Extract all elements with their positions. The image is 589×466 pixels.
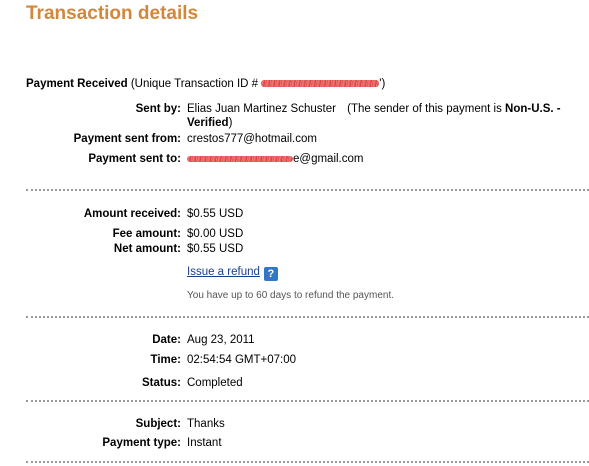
- section-divider: [26, 461, 589, 463]
- section-divider: [26, 400, 589, 402]
- net-amount-label: Net amount:: [113, 243, 181, 255]
- status-label: Status:: [142, 377, 181, 389]
- section-divider: [26, 189, 589, 191]
- time-value: 02:54:54 GMT+07:00: [187, 354, 297, 366]
- net-amount-value: $0.55 USD: [187, 243, 244, 255]
- net-amount-row: Net amount: $0.55 USD: [0, 243, 589, 259]
- refund-note-row: You have up to 60 days to refund the pay…: [0, 290, 589, 306]
- sent-to-suffix: e@gmail.com: [293, 153, 364, 165]
- sent-to-row: Payment sent to: e@gmail.com: [0, 153, 589, 169]
- transaction-id-suffix: '): [379, 78, 386, 90]
- payment-type-value: Instant: [187, 437, 222, 449]
- payment-type-row: Payment type: Instant: [0, 437, 589, 453]
- sent-by-value: Elias Juan Martinez Schuster (The sender…: [187, 103, 561, 115]
- status-value: Completed: [187, 377, 243, 389]
- subject-value: Thanks: [187, 418, 225, 430]
- sent-from-label: Payment sent from:: [73, 133, 181, 145]
- section-divider: [26, 316, 589, 318]
- sent-by-label: Sent by:: [135, 103, 181, 115]
- fee-amount-value: $0.00 USD: [187, 228, 244, 240]
- date-label: Date:: [152, 334, 181, 346]
- amount-received-label: Amount received:: [83, 208, 181, 220]
- sent-from-value: crestos777@hotmail.com: [187, 133, 317, 145]
- sent-by-row-continued: Verified): [0, 117, 589, 133]
- sent-to-value: e@gmail.com: [187, 153, 363, 165]
- payment-received-line: Payment Received (Unique Transaction ID …: [26, 78, 385, 90]
- redacted-transaction-id: [261, 80, 380, 88]
- refund-note: You have up to 60 days to refund the pay…: [187, 290, 395, 301]
- sent-to-label: Payment sent to:: [88, 153, 181, 165]
- time-label: Time:: [150, 354, 181, 366]
- payment-received-label: Payment Received: [26, 78, 128, 90]
- sender-note-close: ): [228, 117, 233, 129]
- date-value: Aug 23, 2011: [187, 334, 255, 346]
- amount-received-row: Amount received: $0.55 USD: [0, 208, 589, 224]
- page-title: Transaction details: [26, 3, 199, 24]
- subject-label: Subject:: [135, 418, 181, 430]
- issue-refund-link[interactable]: Issue a refund: [187, 266, 260, 278]
- subject-row: Subject: Thanks: [0, 418, 589, 434]
- sender-name: Elias Juan Martinez Schuster: [187, 103, 336, 115]
- help-icon[interactable]: ?: [263, 267, 278, 281]
- date-row: Date: Aug 23, 2011: [0, 334, 589, 350]
- sender-verified-status: Verified: [187, 117, 229, 129]
- sender-status: Non-U.S. -: [505, 103, 561, 115]
- payment-type-label: Payment type:: [102, 437, 181, 449]
- sender-note-prefix: (The sender of this payment is: [347, 103, 502, 115]
- transaction-id-prefix: (Unique Transaction ID #: [130, 78, 259, 90]
- amount-received-value: $0.55 USD: [187, 208, 244, 220]
- refund-row: Issue a refund?: [0, 266, 589, 282]
- status-row: Status: Completed: [0, 377, 589, 393]
- redacted-recipient-email: [187, 155, 293, 162]
- sent-from-row: Payment sent from: crestos777@hotmail.co…: [0, 133, 589, 149]
- fee-amount-label: Fee amount:: [112, 228, 181, 240]
- fee-amount-row: Fee amount: $0.00 USD: [0, 228, 589, 244]
- time-row: Time: 02:54:54 GMT+07:00: [0, 354, 589, 370]
